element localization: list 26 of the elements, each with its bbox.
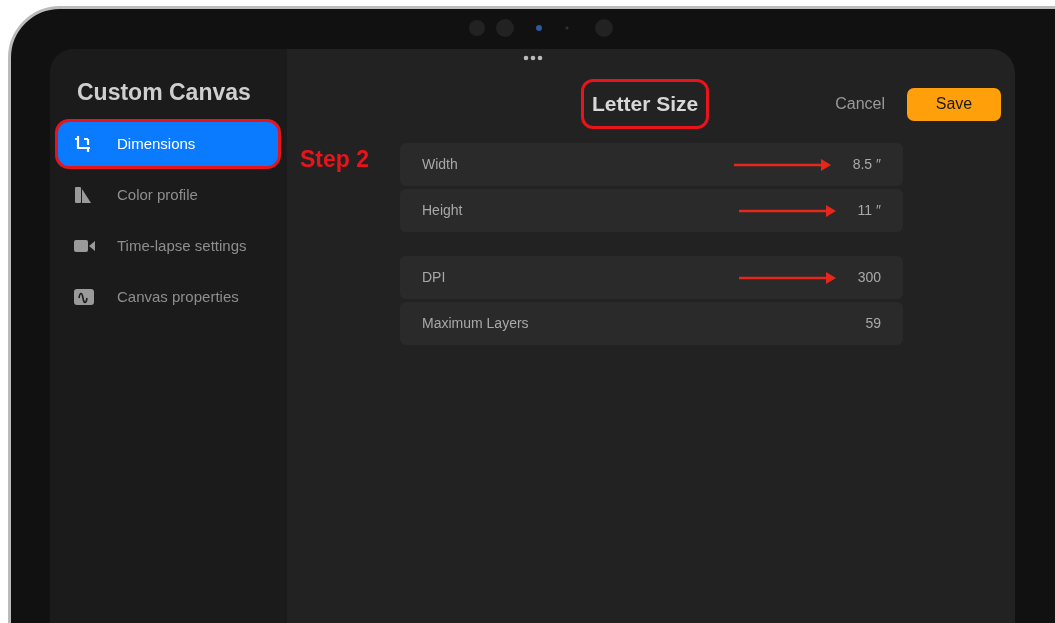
setting-value: 300 [857, 268, 881, 287]
setting-label: Height [422, 201, 463, 220]
setting-value: 8.5 ″ [852, 155, 881, 174]
setting-label: Width [422, 155, 458, 174]
sidebar-item[interactable]: Dimensions [55, 119, 281, 169]
setting-row[interactable]: Height 11 ″ [400, 189, 903, 232]
wave-icon [74, 289, 94, 305]
sidebar-item[interactable]: Color profile [55, 170, 281, 220]
crop-icon [74, 135, 92, 153]
multitasking-dots-icon[interactable] [523, 55, 543, 61]
video-camera-icon [74, 239, 96, 253]
sidebar-item[interactable]: Canvas properties [55, 272, 281, 322]
sidebar-item[interactable]: Time-lapse settings [55, 221, 281, 271]
cancel-button[interactable]: Cancel [835, 92, 885, 116]
sidebar-title: Custom Canvas [76, 78, 252, 107]
setting-value: 59 [865, 314, 881, 333]
step-label: Step 2 [300, 145, 370, 174]
setting-row[interactable]: Maximum Layers 59 [400, 302, 903, 345]
setting-label: DPI [422, 268, 446, 287]
setting-value: 11 ″ [857, 201, 881, 220]
canvas-title: Letter Size [581, 79, 710, 129]
setting-row[interactable]: DPI 300 [400, 256, 903, 299]
setting-row[interactable]: Width 8.5 ″ [400, 143, 903, 186]
setting-label: Maximum Layers [422, 314, 529, 333]
swatch-fan-icon [74, 186, 92, 204]
save-button[interactable]: Save [907, 87, 1001, 121]
